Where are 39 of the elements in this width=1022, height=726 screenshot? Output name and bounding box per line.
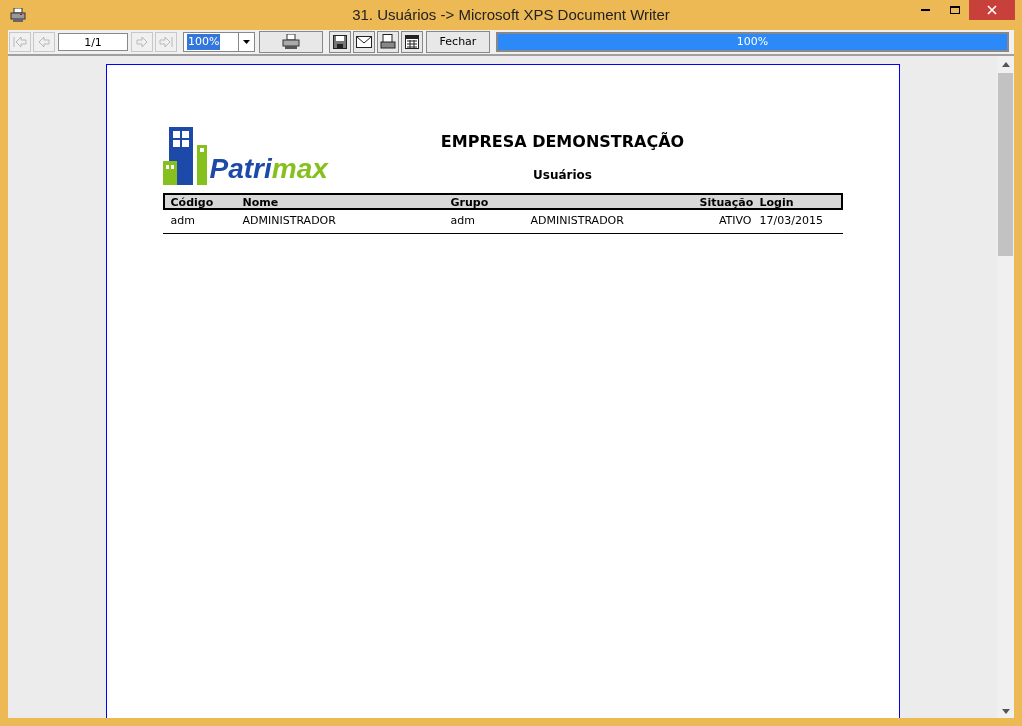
print-button[interactable]: [259, 31, 323, 53]
table-cell-text: ADMINISTRADOR: [242, 213, 337, 230]
buildings-icon: [162, 127, 209, 185]
calendar-button[interactable]: [401, 31, 423, 53]
column-header: Situação: [699, 195, 752, 211]
scroll-up-icon: [1001, 62, 1010, 67]
close-icon: [987, 5, 997, 15]
arrow-icon: [135, 35, 149, 49]
calendar-icon: [405, 35, 419, 49]
document-printer-icon: [380, 34, 396, 50]
table-cell-text: 17/03/2015: [758, 213, 824, 230]
printer-icon: [10, 8, 26, 22]
report-title: Usuários: [533, 167, 592, 184]
arrow-icon: [37, 35, 51, 49]
arrow-icon: [159, 35, 173, 49]
column-header: Login: [758, 195, 795, 211]
progress-reading: 100%: [735, 34, 770, 50]
close-report-button[interactable]: Fechar: [426, 31, 490, 53]
scroll-down-icon: [1001, 709, 1010, 714]
company-name: EMPRESA DEMONSTRAÇÃO: [440, 131, 685, 153]
window-title: 31. Usuários -> Microsoft XPS Document Writer: [351, 4, 671, 25]
arrow-icon: [13, 35, 27, 49]
column-header: Grupo: [450, 195, 490, 211]
table-cell-text: adm: [450, 213, 476, 230]
export-button[interactable]: [377, 31, 399, 53]
table-cell-text: ADMINISTRADOR: [530, 213, 625, 230]
table-cell-text: ATIVO: [717, 213, 752, 230]
caret-icon: [243, 40, 250, 44]
email-button[interactable]: [353, 31, 375, 53]
zoom-dropdown[interactable]: 100%: [183, 32, 255, 52]
logo-text: Patrimax: [209, 155, 328, 183]
column-header: Código: [170, 195, 215, 211]
scrollbar-thumb[interactable]: [998, 73, 1013, 256]
page-field[interactable]: 1/1: [58, 33, 128, 51]
column-header: Nome: [242, 195, 280, 211]
printer-icon: [282, 34, 300, 50]
table-cell-text: adm: [170, 213, 196, 230]
envelope-icon: [356, 36, 372, 48]
save-button[interactable]: [329, 31, 351, 53]
